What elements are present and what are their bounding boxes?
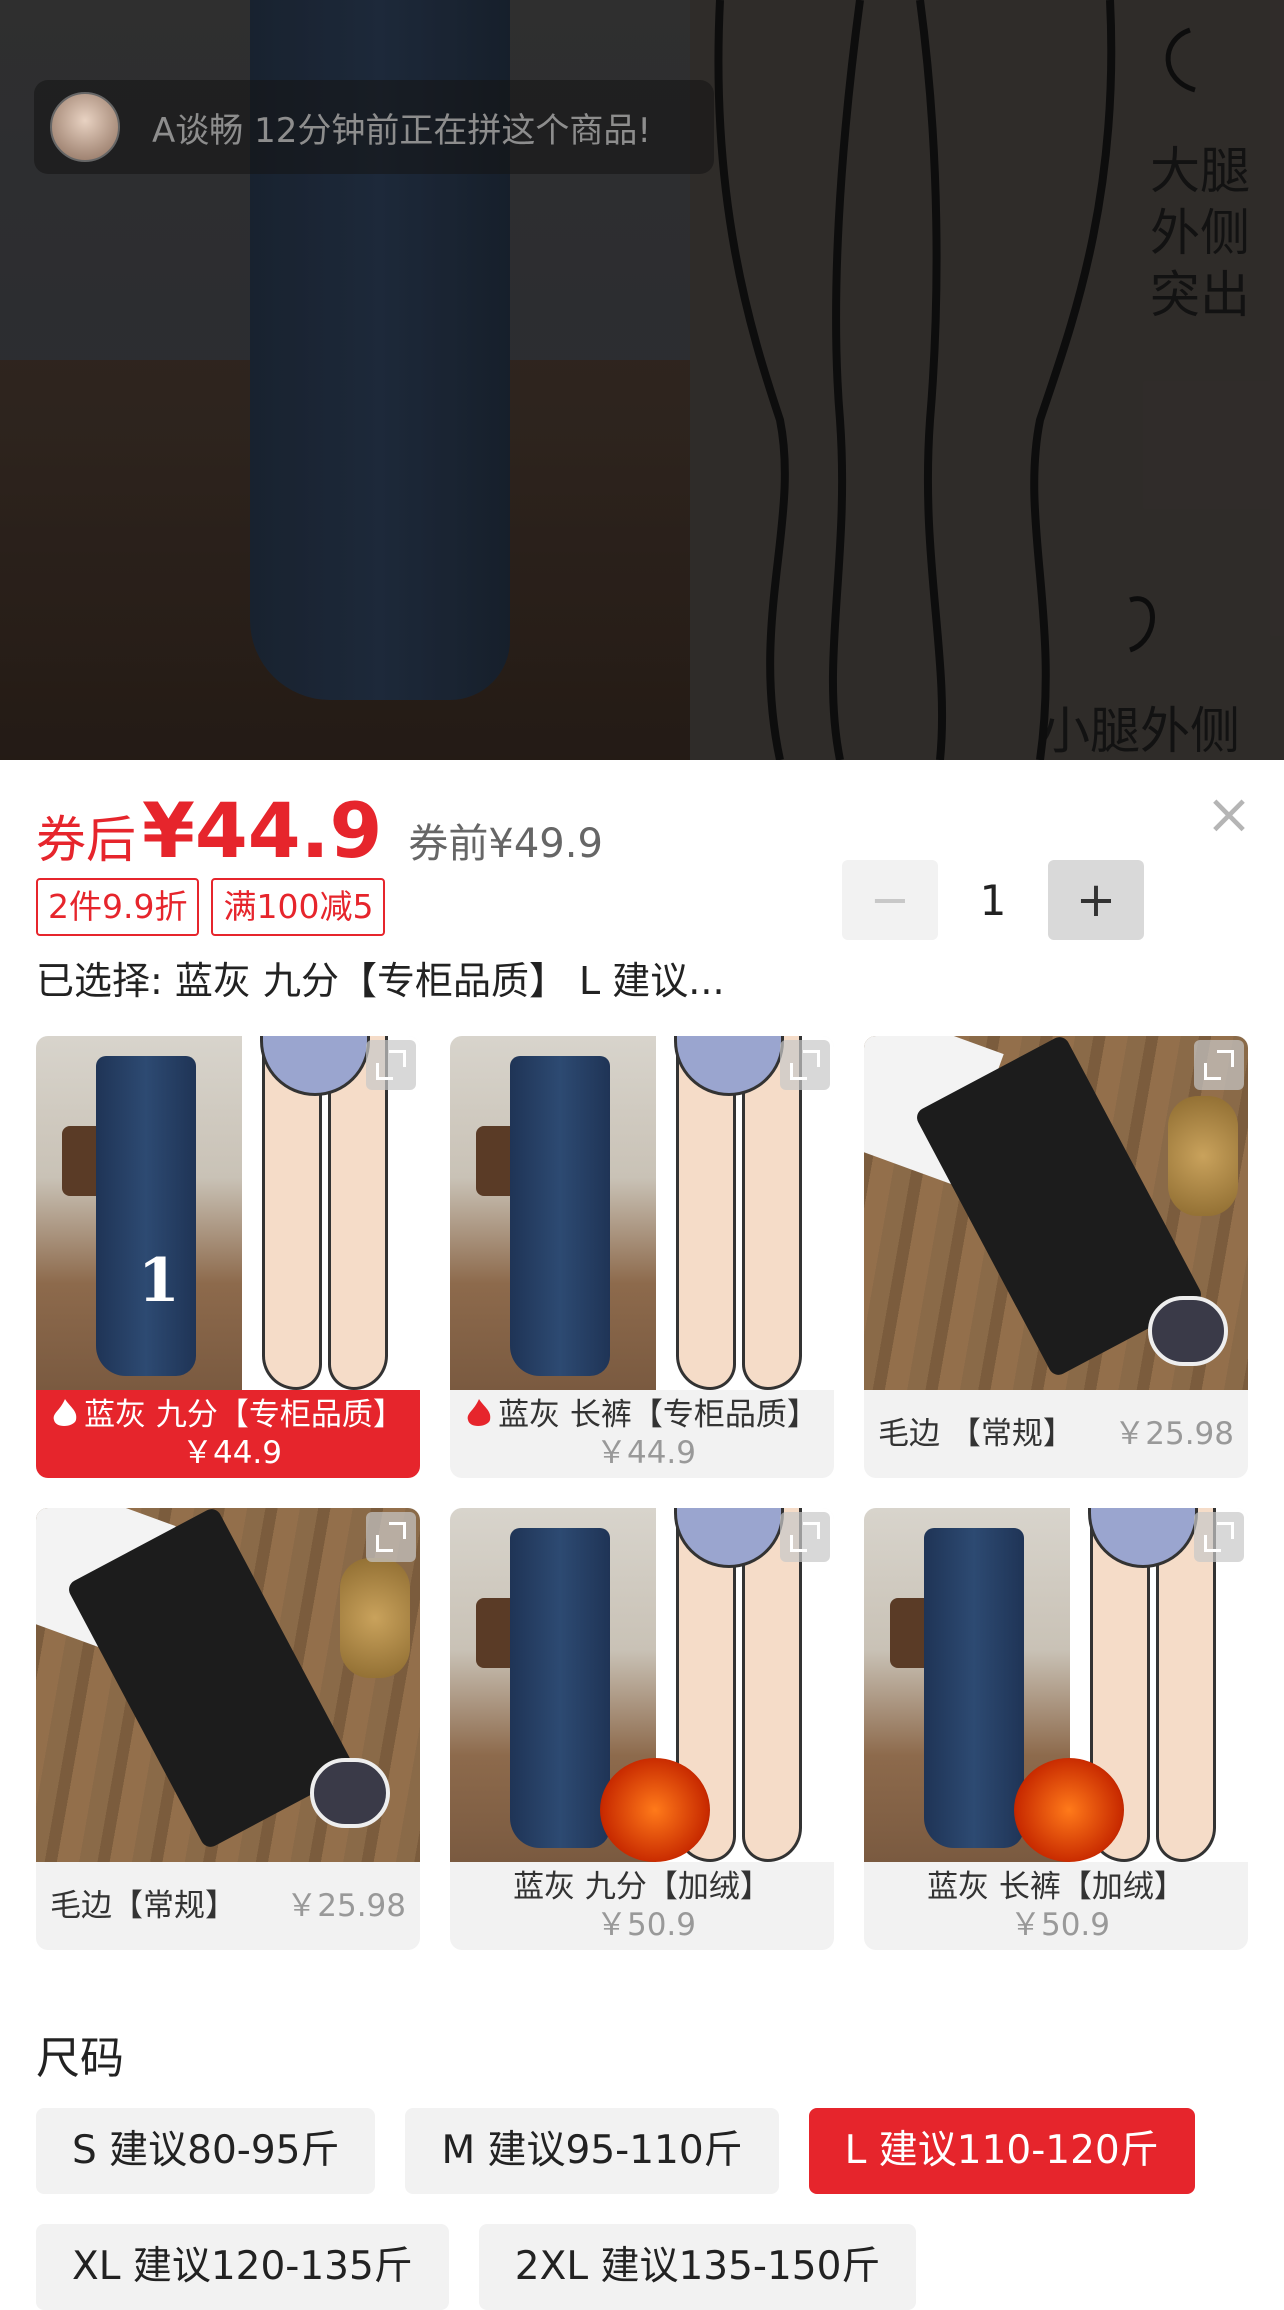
price-row: 券后 ¥44.9 券前¥49.9 [36, 786, 603, 875]
variant-caption: 蓝灰 九分【加绒】 ￥50.9 [450, 1862, 834, 1950]
variant-image [450, 1036, 834, 1390]
variant-caption: 毛边 【常规】 ￥25.98 [864, 1390, 1248, 1478]
variant-price: ￥25.98 [1114, 1416, 1234, 1452]
size-option-xl[interactable]: XL 建议120-135斤 [36, 2224, 449, 2310]
sku-selector-sheet: 券后 ¥44.9 券前¥49.9 × 2件9.9折 满100减5 − 1 + 已… [0, 760, 1284, 2310]
variant-image [864, 1036, 1248, 1390]
size-option-2xl[interactable]: 2XL 建议135-150斤 [478, 2224, 917, 2310]
size-section-title: 尺码 [36, 2033, 124, 2084]
quantity-stepper: − 1 + [842, 860, 1144, 940]
increase-button[interactable]: + [1048, 860, 1144, 940]
variant-caption: 蓝灰 长裤【加绒】 ￥50.9 [864, 1862, 1248, 1950]
price-value: ¥44.9 [142, 786, 383, 875]
variant-caption: 蓝灰 长裤【专柜品质】￥44.9 [450, 1390, 834, 1478]
promo-tags: 2件9.9折 满100减5 [36, 878, 386, 936]
expand-icon[interactable] [1194, 1040, 1244, 1090]
expand-icon[interactable] [1194, 1512, 1244, 1562]
variant-card[interactable]: 毛边 【常规】 ￥25.98 [864, 1036, 1248, 1478]
variant-price: ￥44.9 [595, 1435, 697, 1471]
variant-price: ￥44.9 [181, 1435, 283, 1471]
avatar [50, 92, 120, 162]
variant-card[interactable]: 1 蓝灰 九分【专柜品质】￥44.9 [36, 1036, 420, 1478]
variant-card[interactable]: 蓝灰 九分【加绒】 ￥50.9 [450, 1508, 834, 1950]
variant-card[interactable]: 蓝灰 长裤【加绒】 ￥50.9 [864, 1508, 1248, 1950]
price-label: 券后 [36, 811, 136, 869]
close-icon[interactable]: × [1204, 787, 1254, 843]
toast-text: A谈畅 12分钟前正在拼这个商品! [152, 110, 651, 151]
decrease-button[interactable]: − [842, 860, 938, 940]
variant-name: 毛边 【常规】 [878, 1416, 1074, 1452]
size-options-row-1: S 建议80-95斤 M 建议95-110斤 L 建议110-120斤 [36, 2108, 1195, 2194]
quantity-value[interactable]: 1 [938, 876, 1048, 925]
variant-price: ￥50.9 [1009, 1907, 1111, 1943]
variant-name: 蓝灰 长裤【加绒】 [927, 1869, 1185, 1905]
variant-index: 1 [138, 1246, 180, 1316]
size-option-s[interactable]: S 建议80-95斤 [36, 2108, 376, 2194]
variant-caption: 毛边【常规】 ￥25.98 [36, 1862, 420, 1950]
variant-name: 蓝灰 九分【加绒】 [513, 1869, 771, 1905]
variant-image [864, 1508, 1248, 1862]
selected-summary: 已选择: 蓝灰 九分【专柜品质】 L 建议... [36, 959, 725, 1003]
expand-icon[interactable] [780, 1040, 830, 1090]
variant-card[interactable]: 毛边【常规】 ￥25.98 [36, 1508, 420, 1950]
expand-icon[interactable] [366, 1040, 416, 1090]
group-buy-toast: A谈畅 12分钟前正在拼这个商品! [34, 80, 714, 174]
fire-icon [53, 1399, 77, 1427]
variant-price: ￥50.9 [595, 1907, 697, 1943]
variant-image [450, 1508, 834, 1862]
variant-caption: 蓝灰 九分【专柜品质】￥44.9 [36, 1390, 420, 1478]
promo-tag-coupon: 满100减5 [211, 878, 386, 936]
original-price: 券前¥49.9 [408, 821, 603, 867]
variant-name: 毛边【常规】 [50, 1888, 236, 1924]
variant-card[interactable]: 蓝灰 长裤【专柜品质】￥44.9 [450, 1036, 834, 1478]
variant-image: 1 [36, 1036, 420, 1390]
expand-icon[interactable] [366, 1512, 416, 1562]
variant-name: 蓝灰 长裤【专柜品质】 [498, 1397, 818, 1433]
fleece-badge-icon [1014, 1758, 1124, 1862]
size-options-row-2: XL 建议120-135斤 2XL 建议135-150斤 [36, 2224, 917, 2310]
expand-icon[interactable] [780, 1512, 830, 1562]
product-image-backdrop: 大腿 外侧 突出 小腿外侧 A谈畅 12分钟前正在拼这个商品! [0, 0, 1284, 760]
promo-tag-discount: 2件9.9折 [36, 878, 200, 936]
size-option-m[interactable]: M 建议95-110斤 [405, 2108, 779, 2194]
fleece-badge-icon [600, 1758, 710, 1862]
variant-image [36, 1508, 420, 1862]
size-option-l[interactable]: L 建议110-120斤 [808, 2108, 1195, 2194]
variant-name: 蓝灰 九分【专柜品质】 [84, 1397, 404, 1433]
variant-grid: 1 蓝灰 九分【专柜品质】￥44.9 蓝灰 长裤【专柜品质】￥44.9 毛边 【… [36, 1036, 1248, 1950]
fire-icon [467, 1399, 491, 1427]
variant-price: ￥25.98 [286, 1888, 406, 1924]
